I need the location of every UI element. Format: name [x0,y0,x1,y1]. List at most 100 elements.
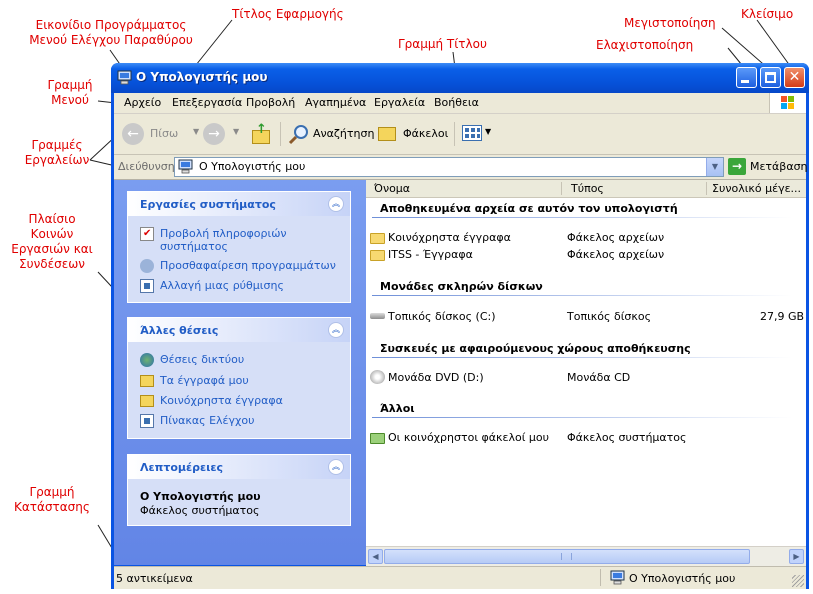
annotation-title-bar: Γραμμή Τίτλου [398,37,487,51]
up-arrow-icon: ↑ [256,122,267,137]
up-folder-button[interactable]: ↑ [250,122,274,146]
back-button[interactable]: ← Πίσω [120,121,190,147]
collapse-chevron-icon[interactable]: ︽ [328,196,344,212]
column-divider[interactable] [706,182,707,195]
annotation-minimize: Ελαχιστοποίηση [596,38,694,52]
folder-icon [370,231,387,244]
back-dropdown-icon[interactable]: ▼ [193,127,199,136]
column-type[interactable]: Τύπος [571,182,604,195]
computer-icon [178,159,193,174]
minimize-button[interactable] [736,67,757,88]
views-dropdown-icon: ▼ [485,127,492,136]
link-control-panel-label: Πίνακας Ελέγχου [160,414,255,427]
menu-file[interactable]: Αρχείο [124,96,161,109]
scroll-thumb[interactable] [384,549,750,564]
shared-folders-icon [370,431,387,444]
maximize-button[interactable] [760,67,781,88]
annotation-toolbars: Γραμμές Εργαλείων [20,138,94,168]
list-item[interactable]: Μονάδα DVD (D:) Μονάδα CD [370,370,806,386]
menu-help[interactable]: Βοήθεια [434,96,479,109]
address-label: Διεύθυνση [118,160,175,173]
network-places-icon [140,353,154,367]
task-pane: Εργασίες συστήματος ︽ ✔ Προβολή πληροφορ… [114,180,366,565]
system-tasks-title: Εργασίες συστήματος [140,198,276,211]
address-dropdown-icon[interactable]: ▼ [706,158,723,176]
details-header[interactable]: Λεπτομέρειες ︽ [128,455,350,479]
annotation-toolbars-line1: Γραμμές [31,138,83,152]
grip-icon [561,553,572,560]
list-item[interactable]: ITSS - Έγγραφα Φάκελος αρχείων [370,247,806,263]
search-button[interactable]: Αναζήτηση [286,121,374,147]
forward-button[interactable]: → [203,123,225,145]
views-icon [462,125,482,141]
link-shared-documents-label: Κοινόχρηστα έγγραφα [160,394,283,407]
system-tasks-panel: Εργασίες συστήματος ︽ ✔ Προβολή πληροφορ… [127,191,351,303]
annotation-app-title: Τίτλος Εφαρμογής [232,7,344,21]
control-panel-icon [140,279,154,293]
annotation-menu-bar-line2: Μενού [51,93,89,107]
details-type: Φάκελος συστήματος [140,504,260,517]
back-label: Πίσω [150,127,179,140]
folders-label: Φάκελοι [403,127,449,140]
folders-button[interactable]: Φάκελοι [376,121,448,147]
views-button[interactable]: ▼ [460,122,494,146]
other-places-header[interactable]: Άλλες θέσεις ︽ [128,318,350,342]
item-type: Φάκελος αρχείων [567,248,665,261]
add-remove-programs-icon [140,259,154,273]
close-button[interactable]: ✕ [784,67,805,88]
computer-icon[interactable] [117,70,133,86]
address-input[interactable]: Ο Υπολογιστής μου ▼ [174,157,724,177]
link-change-setting-label: Αλλαγή μιας ρύθμισης [160,279,284,292]
forward-dropdown-icon[interactable]: ▼ [233,127,239,136]
menu-bar: Αρχείο Επεξεργασία Προβολή Αγαπημένα Εργ… [114,93,806,114]
annotation-menu-bar-line1: Γραμμή [47,78,93,92]
standard-toolbar: ← Πίσω ▼ → ▼ ↑ Αναζήτηση Φάκελοι ▼ [114,114,806,155]
folder-icon [140,375,154,387]
annotation-menu-bar: Γραμμή Μενού [40,78,100,108]
system-tasks-header[interactable]: Εργασίες συστήματος ︽ [128,192,350,216]
minimize-icon [741,80,749,83]
hard-disk-icon [370,313,385,319]
column-divider[interactable] [561,182,562,195]
annotation-maximize: Μεγιστοποίηση [624,16,716,30]
annotation-task-pane-line3: Εργασιών και [11,242,93,256]
status-divider [600,569,601,586]
status-item-count: 5 αντικείμενα [116,572,193,585]
list-item[interactable]: Οι κοινόχρηστοι φάκελοί μου Φάκελος συστ… [370,430,806,446]
link-view-system-info-label: Προβολή πληροφοριών συστήματος [160,227,287,253]
group-removable: Συσκευές με αφαιρούμενους χώρους αποθήκε… [380,342,691,355]
menu-view[interactable]: Προβολή [246,96,295,109]
file-list: Όνομα Τύπος Συνολικό μέγε... Αποθηκευμέν… [366,180,806,546]
horizontal-scrollbar[interactable]: ◀ ▶ [366,546,806,566]
item-type: Φάκελος συστήματος [567,431,687,444]
list-item[interactable]: Τοπικός δίσκος (C:) Τοπικός δίσκος 27,9 … [370,309,806,325]
item-type: Τοπικός δίσκος [567,310,652,323]
list-item[interactable]: Κοινόχρηστα έγγραφα Φάκελος αρχείων [370,230,806,246]
toolbar-separator [454,122,455,146]
title-bar[interactable]: Ο Υπολογιστής μου ✕ [111,63,809,93]
annotation-program-icon: Εικονίδιο Προγράμματος Μενού Ελέγχου Παρ… [0,18,222,48]
column-size[interactable]: Συνολικό μέγε... [712,182,801,195]
item-type: Μονάδα CD [567,371,631,384]
window-title: Ο Υπολογιστής μου [136,70,268,84]
address-value: Ο Υπολογιστής μου [199,160,306,173]
collapse-chevron-icon[interactable]: ︽ [328,322,344,338]
menu-favorites[interactable]: Αγαπημένα [305,96,366,109]
item-size: 27,9 GB [760,310,805,323]
windows-logo-icon [769,93,806,113]
menu-tools[interactable]: Εργαλεία [374,96,425,109]
scroll-right-icon[interactable]: ▶ [789,549,804,564]
scroll-left-icon[interactable]: ◀ [368,549,383,564]
menu-edit[interactable]: Επεξεργασία [172,96,242,109]
go-button[interactable]: → Μετάβαση [726,157,808,177]
other-places-panel: Άλλες θέσεις ︽ Θέσεις δικτύου Τα έγγραφά… [127,317,351,439]
search-icon [288,125,308,145]
collapse-chevron-icon[interactable]: ︽ [328,459,344,475]
go-label: Μετάβαση [750,160,808,173]
column-name[interactable]: Όνομα [374,182,410,195]
annotation-status-bar-line1: Γραμμή [29,485,75,499]
resize-grip-icon[interactable] [792,575,804,587]
back-arrow-icon: ← [122,123,144,145]
status-bar: 5 αντικείμενα Ο Υπολογιστής μου [114,566,806,589]
annotation-task-pane: Πλαίσιο Κοινών Εργασιών και Συνδέσεων [2,212,102,272]
